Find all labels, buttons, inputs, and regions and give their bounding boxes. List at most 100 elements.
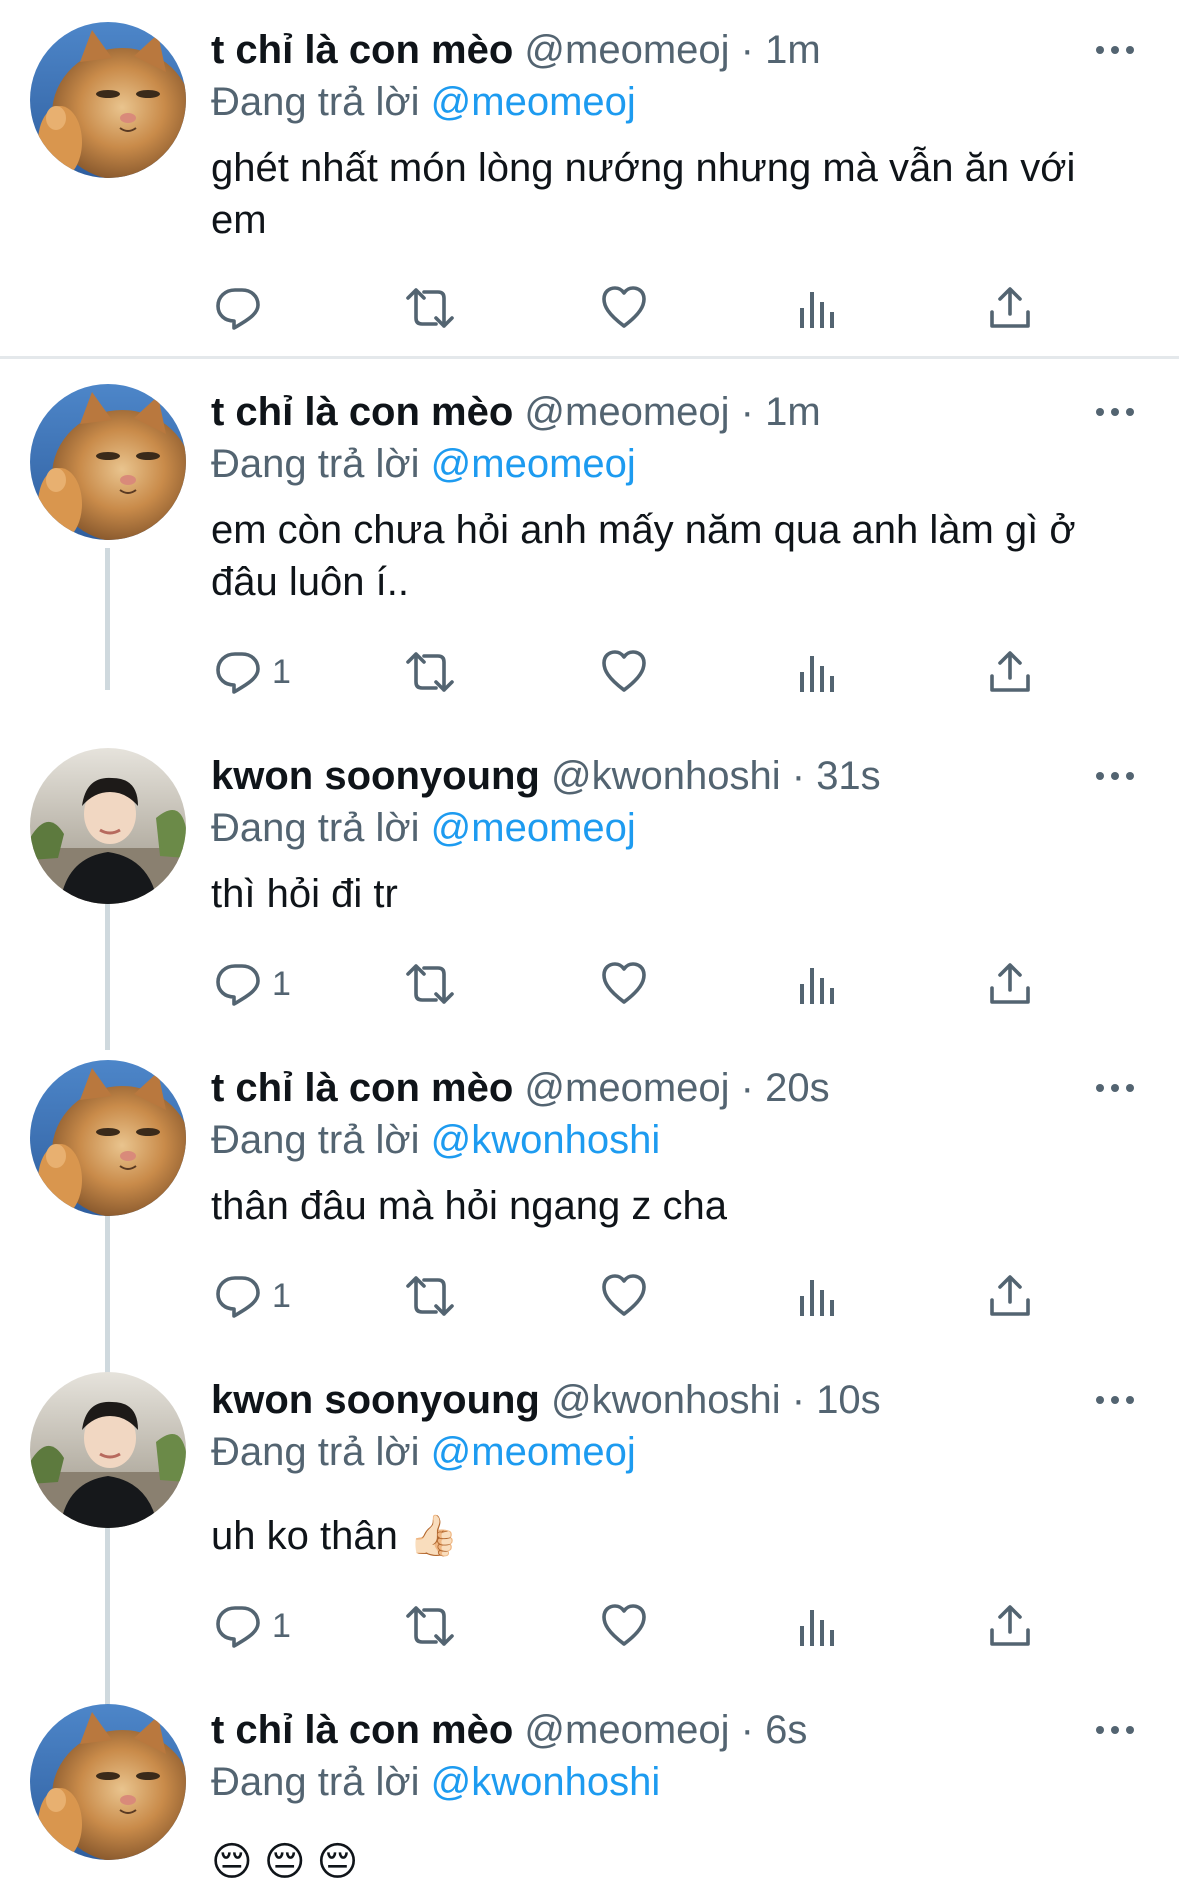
analytics-icon	[794, 286, 842, 334]
heart-icon	[600, 960, 648, 1008]
more-options-icon[interactable]	[1096, 770, 1136, 782]
timestamp[interactable]: 6s	[765, 1708, 807, 1752]
mention-link[interactable]: @meomeoj	[431, 1430, 636, 1474]
retweet-icon	[402, 960, 458, 1008]
more-options-icon[interactable]	[1096, 1724, 1136, 1736]
mention-link[interactable]: @kwonhoshi	[431, 1118, 661, 1162]
retweet-button[interactable]	[402, 1600, 458, 1652]
reply-prefix: Đang trả lời	[211, 1118, 420, 1162]
reply-context: Đang trả lời @kwonhoshi	[211, 1116, 660, 1164]
user-handle[interactable]: @meomeoj	[524, 1066, 729, 1110]
thread-line	[105, 1214, 110, 1374]
analytics-button[interactable]	[794, 1272, 842, 1324]
analytics-icon	[794, 650, 842, 698]
separator-dot: ·	[740, 1708, 754, 1752]
timestamp[interactable]: 1m	[765, 390, 821, 434]
tweet-text: thì hỏi đi tr	[211, 872, 398, 916]
share-button[interactable]	[986, 1270, 1034, 1322]
display-name[interactable]: kwon soonyoung	[211, 754, 540, 798]
avatar[interactable]	[30, 748, 186, 904]
reply-button[interactable]: 1	[214, 1270, 291, 1322]
retweet-button[interactable]	[402, 282, 458, 334]
like-button[interactable]	[600, 1270, 648, 1322]
tweet-header: kwon soonyoung @kwonhoshi · 31s	[211, 752, 881, 800]
reply-icon	[214, 960, 262, 1008]
retweet-icon	[402, 648, 458, 696]
avatar[interactable]	[30, 384, 186, 540]
share-icon	[986, 960, 1034, 1008]
reply-prefix: Đang trả lời	[211, 1760, 420, 1804]
timestamp[interactable]: 20s	[765, 1066, 830, 1110]
user-handle[interactable]: @meomeoj	[524, 28, 729, 72]
share-button[interactable]	[986, 958, 1034, 1010]
heart-icon	[600, 648, 648, 696]
separator-dot: ·	[791, 1378, 806, 1422]
reply-context: Đang trả lời @meomeoj	[211, 78, 636, 126]
person-avatar-icon	[30, 1372, 186, 1528]
share-button[interactable]	[986, 646, 1034, 698]
tweet-text: uh ko thân 👍🏻	[211, 1514, 459, 1558]
heart-icon	[600, 284, 648, 332]
reply-count: 1	[272, 652, 291, 691]
share-icon	[986, 1272, 1034, 1320]
reply-button[interactable]: 1	[214, 646, 291, 698]
analytics-button[interactable]	[794, 1602, 842, 1654]
reply-button[interactable]	[214, 282, 272, 334]
timestamp[interactable]: 31s	[816, 754, 881, 798]
user-handle[interactable]: @kwonhoshi	[551, 1378, 781, 1422]
reply-prefix: Đang trả lời	[211, 442, 420, 486]
retweet-icon	[402, 1602, 458, 1650]
avatar[interactable]	[30, 1372, 186, 1528]
thread-line	[105, 548, 110, 690]
avatar[interactable]	[30, 1060, 186, 1216]
reply-prefix: Đang trả lời	[211, 806, 420, 850]
more-options-icon[interactable]	[1096, 44, 1136, 56]
retweet-button[interactable]	[402, 958, 458, 1010]
retweet-button[interactable]	[402, 1270, 458, 1322]
tweet-header: t chỉ là con mèo @meomeoj · 6s	[211, 1706, 807, 1754]
display-name[interactable]: t chỉ là con mèo	[211, 28, 513, 72]
display-name[interactable]: t chỉ là con mèo	[211, 1066, 513, 1110]
reply-count: 1	[272, 964, 291, 1003]
separator-dot: ·	[791, 754, 806, 798]
display-name[interactable]: kwon soonyoung	[211, 1378, 540, 1422]
share-icon	[986, 1602, 1034, 1650]
cat-avatar-icon	[30, 22, 186, 178]
tweet-header: t chỉ là con mèo @meomeoj · 1m	[211, 26, 821, 74]
user-handle[interactable]: @kwonhoshi	[551, 754, 781, 798]
analytics-button[interactable]	[794, 648, 842, 700]
mention-link[interactable]: @meomeoj	[431, 80, 636, 124]
avatar[interactable]	[30, 1704, 186, 1860]
reply-prefix: Đang trả lời	[211, 80, 420, 124]
timestamp[interactable]: 1m	[765, 28, 821, 72]
heart-icon	[600, 1602, 648, 1650]
more-options-icon[interactable]	[1096, 1394, 1136, 1406]
avatar[interactable]	[30, 22, 186, 178]
reply-context: Đang trả lời @kwonhoshi	[211, 1758, 660, 1806]
analytics-icon	[794, 1274, 842, 1322]
mention-link[interactable]: @meomeoj	[431, 442, 636, 486]
more-options-icon[interactable]	[1096, 1082, 1136, 1094]
like-button[interactable]	[600, 958, 648, 1010]
like-button[interactable]	[600, 282, 648, 334]
like-button[interactable]	[600, 646, 648, 698]
reply-button[interactable]: 1	[214, 958, 291, 1010]
reply-context: Đang trả lời @meomeoj	[211, 1428, 636, 1476]
user-handle[interactable]: @meomeoj	[524, 1708, 729, 1752]
display-name[interactable]: t chỉ là con mèo	[211, 1708, 513, 1752]
mention-link[interactable]: @kwonhoshi	[431, 1760, 661, 1804]
tweet-header: kwon soonyoung @kwonhoshi · 10s	[211, 1376, 881, 1424]
like-button[interactable]	[600, 1600, 648, 1652]
display-name[interactable]: t chỉ là con mèo	[211, 390, 513, 434]
more-options-icon[interactable]	[1096, 406, 1136, 418]
user-handle[interactable]: @meomeoj	[524, 390, 729, 434]
reply-button[interactable]: 1	[214, 1600, 291, 1652]
retweet-button[interactable]	[402, 646, 458, 698]
analytics-button[interactable]	[794, 284, 842, 336]
mention-link[interactable]: @meomeoj	[431, 806, 636, 850]
share-button[interactable]	[986, 282, 1034, 334]
share-button[interactable]	[986, 1600, 1034, 1652]
timestamp[interactable]: 10s	[816, 1378, 881, 1422]
tweet-text: thân đâu mà hỏi ngang z cha	[211, 1184, 727, 1228]
analytics-button[interactable]	[794, 960, 842, 1012]
